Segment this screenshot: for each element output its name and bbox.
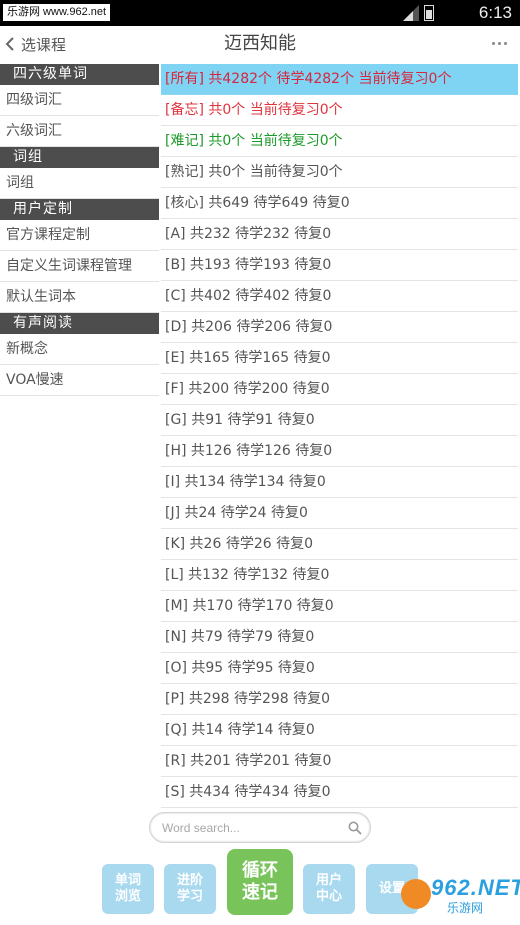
signal-icon: [403, 5, 419, 21]
watermark-text: 乐游网 www.962.net: [3, 4, 111, 21]
course-sidebar: 四六级单词 四级词汇 六级词汇 词组 词组 用户定制 官方课程定制 自定义生词课…: [0, 64, 159, 396]
list-item[interactable]: [E] 共165 待学165 待复0: [161, 343, 518, 374]
list-item[interactable]: [L] 共132 待学132 待复0: [161, 560, 518, 591]
browse-label: 单词浏览: [114, 873, 141, 904]
list-item[interactable]: [J] 共24 待学24 待复0: [161, 498, 518, 529]
page-title: 迈西知能: [224, 33, 296, 54]
category-cet: 四六级单词: [0, 64, 159, 85]
status-icons: [403, 5, 434, 21]
category-phrases: 词组: [0, 147, 159, 168]
list-item-familiar[interactable]: [熟记] 共0个 当前待复习0个: [161, 157, 518, 188]
list-item[interactable]: [H] 共126 待学126 待复0: [161, 436, 518, 467]
list-item-core[interactable]: [核心] 共649 待学649 待复0: [161, 188, 518, 219]
user-center-button[interactable]: 用户中心: [303, 864, 355, 914]
list-item[interactable]: [M] 共170 待学170 待复0: [161, 591, 518, 622]
search-input[interactable]: [162, 819, 342, 837]
list-item[interactable]: [O] 共95 待学95 待复0: [161, 653, 518, 684]
list-item-all[interactable]: [所有] 共4282个 待学4282个 当前待复习0个: [161, 64, 518, 95]
list-item-hard[interactable]: [难记] 共0个 当前待复习0个: [161, 126, 518, 157]
sidebar-item-custom-words[interactable]: 自定义生词课程管理: [0, 251, 159, 282]
list-item[interactable]: [F] 共200 待学200 待复0: [161, 374, 518, 405]
category-audio: 有声阅读: [0, 313, 159, 334]
status-bar: 乐游网 www.962.net 6:13: [0, 0, 520, 26]
list-item[interactable]: [C] 共402 待学402 待复0: [161, 281, 518, 312]
logo-icon: [401, 879, 431, 909]
list-item[interactable]: [N] 共79 待学79 待复0: [161, 622, 518, 653]
dot-icon: [492, 41, 495, 45]
search-icon[interactable]: [348, 821, 362, 835]
sidebar-item-new-concept[interactable]: 新概念: [0, 334, 159, 365]
sidebar-item-cet4[interactable]: 四级词汇: [0, 85, 159, 116]
more-menu-button[interactable]: [492, 35, 512, 51]
list-item[interactable]: [R] 共201 待学201 待复0: [161, 746, 518, 777]
list-item[interactable]: [D] 共206 待学206 待复0: [161, 312, 518, 343]
sidebar-item-cet6[interactable]: 六级词汇: [0, 116, 159, 147]
watermark-logo: 962.NET 乐游网: [401, 875, 520, 917]
sidebar-item-phrases[interactable]: 词组: [0, 168, 159, 199]
list-item[interactable]: [G] 共91 待学91 待复0: [161, 405, 518, 436]
list-item[interactable]: [A] 共232 待学232 待复0: [161, 219, 518, 250]
list-item[interactable]: [B] 共193 待学193 待复0: [161, 250, 518, 281]
watermark-sub: 乐游网: [447, 901, 484, 915]
dot-icon: [504, 41, 507, 45]
list-item[interactable]: [K] 共26 待学26 待复0: [161, 529, 518, 560]
word-search-box: [149, 812, 371, 843]
title-bar: 选课程 迈西知能: [0, 26, 520, 62]
list-item[interactable]: [S] 共434 待学434 待复0: [161, 777, 518, 808]
sidebar-item-default-wordbook[interactable]: 默认生词本: [0, 282, 159, 313]
list-item[interactable]: [P] 共298 待学298 待复0: [161, 684, 518, 715]
word-group-list: [所有] 共4282个 待学4282个 当前待复习0个 [备忘] 共0个 当前待…: [161, 64, 518, 808]
browse-words-button[interactable]: 单词浏览: [102, 864, 154, 914]
list-item[interactable]: [Q] 共14 待学14 待复0: [161, 715, 518, 746]
advanced-label: 进阶学习: [176, 873, 203, 904]
user-center-label: 用户中心: [315, 873, 342, 904]
sidebar-item-voa[interactable]: VOA慢速: [0, 365, 159, 396]
list-item-memo[interactable]: [备忘] 共0个 当前待复习0个: [161, 95, 518, 126]
watermark-number: 962.NET: [431, 875, 520, 900]
category-custom: 用户定制: [0, 199, 159, 220]
loop-memorize-button[interactable]: 循环速记: [227, 849, 293, 915]
loop-label: 循环速记: [242, 860, 278, 903]
dot-icon: [498, 41, 501, 45]
sidebar-item-official-custom[interactable]: 官方课程定制: [0, 220, 159, 251]
battery-icon: [424, 5, 434, 21]
list-item[interactable]: [I] 共134 待学134 待复0: [161, 467, 518, 498]
clock: 6:13: [478, 3, 512, 22]
advanced-study-button[interactable]: 进阶学习: [164, 864, 216, 914]
